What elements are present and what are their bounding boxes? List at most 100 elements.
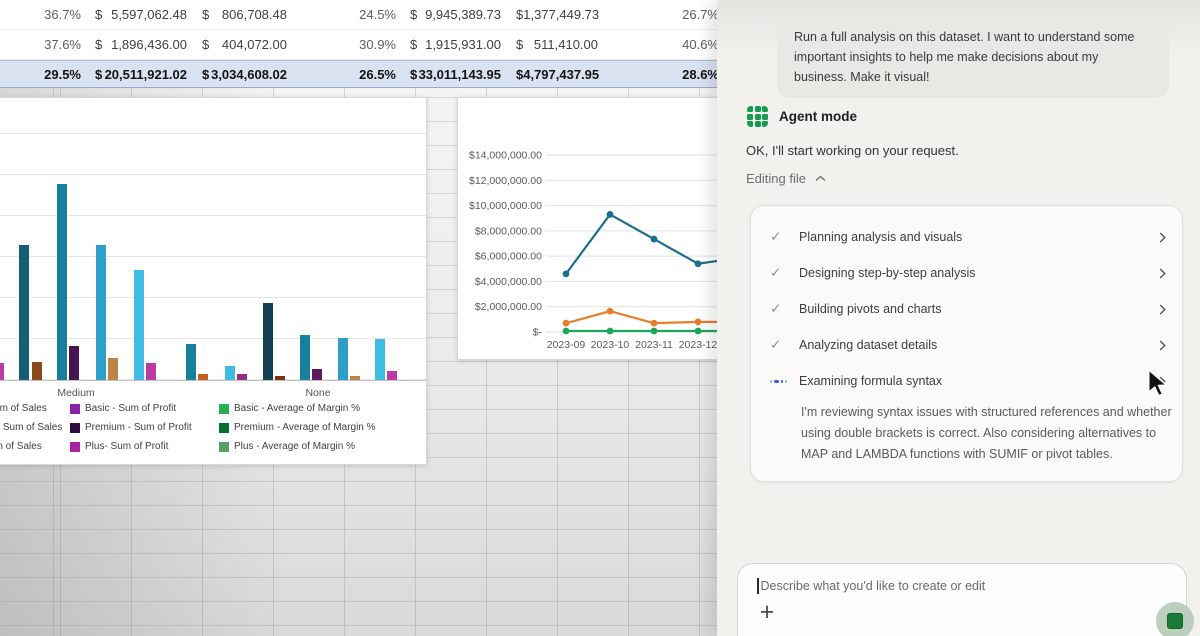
chevron-up-icon (815, 175, 826, 182)
column-bar (275, 376, 285, 380)
sheet-cell[interactable]: $5,597,062.48 (86, 0, 193, 29)
sheet-data-row[interactable]: 37.6%$1,896,436.00$404,072.0030.9%$1,915… (0, 30, 717, 60)
task-label: Examining formula syntax (799, 374, 942, 388)
legend-label: Basic - Average of Margin % (234, 403, 360, 414)
legend-label: Plus- Sum of Profit (85, 441, 168, 452)
column-bar (96, 245, 106, 380)
column-chart-plot-area (0, 98, 426, 381)
legend-swatch (70, 404, 80, 414)
agent-mode-icon (747, 106, 768, 127)
legend-swatch (70, 442, 80, 452)
column-bar (300, 335, 310, 380)
sheet-cell[interactable]: 26.5% (293, 61, 401, 87)
legend-label: Plus - Average of Margin % (234, 441, 355, 452)
legend-swatch (219, 404, 229, 414)
active-task-detail-text: I'm reviewing syntax issues with structu… (801, 402, 1173, 465)
column-bar (32, 362, 42, 380)
chevron-right-icon[interactable] (1159, 304, 1166, 315)
task-label: Planning analysis and visuals (799, 230, 962, 244)
sheet-cell[interactable]: $511,410.00 (507, 30, 604, 59)
column-bar (198, 374, 208, 380)
legend-label: Basic - Sum of Profit (85, 403, 176, 414)
user-message-bubble: Run a full analysis on this dataset. I w… (777, 16, 1169, 98)
sheet-cell[interactable]: 28.6% (604, 61, 717, 87)
agent-task-list-card: ✓ Planning analysis and visuals ✓ Designing… (750, 205, 1183, 482)
column-bar (387, 371, 397, 380)
column-bar (312, 369, 322, 380)
sheet-cell[interactable]: 36.7% (0, 0, 86, 29)
sheet-cell[interactable]: 29.5% (0, 61, 86, 87)
task-item-active[interactable]: Examining formula syntax (751, 363, 1182, 399)
column-bar (350, 376, 360, 380)
svg-text:$6,000,000.00: $6,000,000.00 (475, 251, 542, 263)
task-item-done[interactable]: ✓ Planning analysis and visuals (751, 219, 1182, 255)
sheet-cell[interactable]: 30.9% (293, 30, 401, 59)
sheet-cell[interactable]: 24.5% (293, 0, 401, 29)
chevron-right-icon[interactable] (1159, 340, 1166, 351)
legend-swatch (219, 442, 229, 452)
svg-text:$8,000,000.00: $8,000,000.00 (475, 225, 542, 237)
sheet-cell[interactable]: 37.6% (0, 30, 86, 59)
task-label: Building pivots and charts (799, 302, 941, 316)
agent-mode-row: Agent mode (747, 106, 857, 127)
legend-label: Plus - Sum of Sales (0, 441, 42, 452)
user-message-text: Run a full analysis on this dataset. I w… (794, 30, 1134, 84)
svg-text:2023-09: 2023-09 (547, 339, 586, 351)
sheet-cell[interactable]: 40.6% (604, 30, 717, 59)
line-chart-plot-area: $14,000,000.00$12,000,000.00$10,000,000.… (458, 98, 761, 359)
column-bar (108, 358, 118, 380)
legend-swatch (70, 423, 80, 433)
column-bar (225, 366, 235, 380)
chevron-right-icon[interactable] (1159, 268, 1166, 279)
editing-file-label: Editing file (746, 171, 806, 186)
sheet-cell[interactable]: $3,034,608.02 (193, 61, 293, 87)
sheet-cell[interactable]: $9,945,389.73 (401, 0, 507, 29)
task-label: Analyzing dataset details (799, 338, 937, 352)
column-bar (237, 374, 247, 380)
sheet-cell[interactable]: $1,896,436.00 (86, 30, 193, 59)
column-chart-category-label: None (305, 387, 330, 399)
chevron-right-icon[interactable] (1159, 232, 1166, 243)
sheet-total-row[interactable]: 29.5%$20,511,921.02$3,034,608.0226.5%$33… (0, 60, 717, 88)
svg-text:2023-12: 2023-12 (679, 339, 718, 351)
sheet-cell[interactable]: $404,072.00 (193, 30, 293, 59)
task-label: Designing step-by-step analysis (799, 266, 975, 280)
svg-text:$4,000,000.00: $4,000,000.00 (475, 276, 542, 288)
column-bar (146, 363, 156, 380)
check-icon: ✓ (770, 265, 787, 281)
legend-label: Basic - Sum of Sales (0, 403, 47, 414)
sheet-cell[interactable]: $1,377,449.73 (507, 0, 604, 29)
legend-swatch (219, 423, 229, 433)
svg-text:$2,000,000.00: $2,000,000.00 (475, 301, 542, 313)
check-icon: ✓ (770, 229, 787, 245)
assistant-ack-text: OK, I'll start working on your request. (746, 143, 959, 158)
check-icon: ✓ (770, 337, 787, 353)
task-item-done[interactable]: ✓ Designing step-by-step analysis (751, 255, 1182, 291)
chat-input-card[interactable]: Describe what you'd like to create or ed… (737, 563, 1187, 636)
chat-input-placeholder: Describe what you'd like to create or ed… (761, 579, 986, 593)
stop-generating-button[interactable] (1156, 602, 1194, 636)
sheet-cell[interactable]: $806,708.48 (193, 0, 293, 29)
legend-label: Premium - Sum of Sales (0, 422, 62, 433)
mouse-cursor (1147, 369, 1171, 397)
add-attachment-button[interactable]: + (753, 598, 781, 626)
column-bar (69, 346, 79, 380)
sheet-cell[interactable]: $1,915,931.00 (401, 30, 507, 59)
column-bar (263, 303, 273, 380)
column-chart[interactable]: MediumNone Basic - Sum of SalesPremium -… (0, 97, 427, 465)
task-item-done[interactable]: ✓Building pivots and charts (751, 291, 1182, 327)
sheet-cell[interactable]: 26.7% (604, 0, 717, 29)
editing-file-toggle[interactable]: Editing file (746, 171, 826, 186)
sheet-data-row[interactable]: 36.7%$5,597,062.48$806,708.4824.5%$9,945… (0, 0, 717, 30)
svg-text:$12,000,000.00: $12,000,000.00 (469, 175, 542, 187)
task-item-done[interactable]: ✓ Analyzing dataset details (751, 327, 1182, 363)
agent-mode-label: Agent mode (779, 109, 857, 124)
column-bar (57, 184, 67, 380)
column-bar (19, 245, 29, 380)
sheet-cell[interactable]: $4,797,437.95 (507, 61, 604, 87)
spreadsheet-data-rows: 36.7%$5,597,062.48$806,708.4824.5%$9,945… (0, 0, 717, 88)
sheet-cell[interactable]: $20,511,921.02 (86, 61, 193, 87)
column-bar (0, 363, 4, 380)
chat-input-field[interactable]: Describe what you'd like to create or ed… (738, 564, 1186, 594)
sheet-cell[interactable]: $33,011,143.95 (401, 61, 507, 87)
